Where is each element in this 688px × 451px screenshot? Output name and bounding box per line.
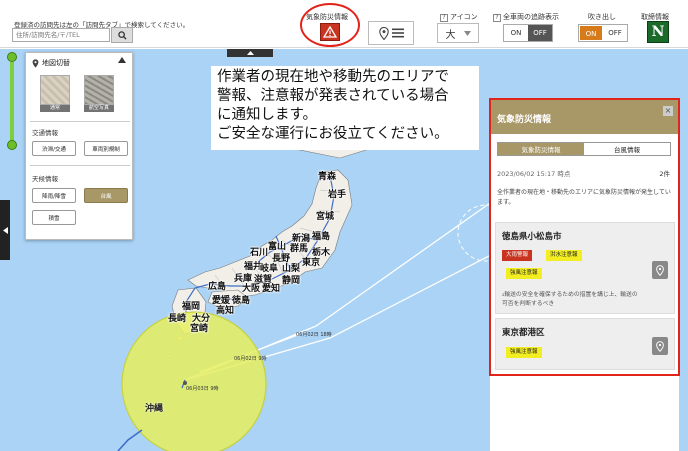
- help-icon[interactable]: ?: [440, 14, 448, 22]
- advisory-badge: 洪水注意報: [546, 250, 582, 261]
- side-panel-toggle[interactable]: [0, 200, 10, 260]
- area-name: 東京都港区: [502, 328, 545, 338]
- weather-section-heading: 天候情報: [32, 175, 58, 183]
- snow-depth-button[interactable]: 積雪: [32, 210, 76, 225]
- map-type-aerial[interactable]: [84, 75, 114, 105]
- updated-timestamp: 2023/06/02 15:17 時点: [497, 170, 571, 178]
- icon-size-label: ? アイコン: [440, 12, 478, 22]
- area-card[interactable]: 徳島県小松島市 大雨警報 洪水注意報 強風注意報 ₂輸送の安全を確保するための措…: [495, 222, 675, 314]
- divider: [30, 165, 130, 166]
- balloon-label: 吹き出し: [588, 13, 616, 21]
- notice-line: に通知します。: [217, 107, 318, 123]
- zoom-track[interactable]: [10, 62, 14, 142]
- map-type-standard[interactable]: [40, 75, 70, 105]
- map-label: 静岡: [282, 276, 301, 286]
- balloon-off-option[interactable]: OFF: [603, 25, 627, 41]
- track-toggle[interactable]: ON OFF: [503, 24, 553, 42]
- divider: [30, 121, 130, 122]
- notice-box: 作業者の現在地や移動先のエリアで 警報、注意報が発表されている場合 に通知します…: [211, 66, 479, 150]
- search-input[interactable]: [12, 28, 110, 42]
- weather-panel: 気象防災情報 × 気象防災情報 台風情報 2023/06/02 15:17 時点…: [489, 98, 680, 376]
- top-toolbar: 登録済の訪問先は左の「訪問先タブ」で検索してください。 気象防災情報 ?アイコン…: [0, 0, 688, 48]
- map-label: 青森: [318, 172, 337, 182]
- track-on-option[interactable]: ON: [504, 25, 528, 41]
- vehicle-regulation-button[interactable]: 車両別規制: [84, 141, 128, 156]
- tab-typhoon-info[interactable]: 台風情報: [584, 143, 670, 155]
- typhoon-button[interactable]: 台風: [84, 188, 128, 203]
- zoom-in-handle[interactable]: [7, 52, 17, 62]
- map-label: 愛知: [262, 284, 281, 294]
- map-layer-panel: 地図切替 通常 航空写真 交通情報 渋滞/交通 車両別規制 天候情報 降雨/降雪…: [25, 52, 133, 240]
- area-card[interactable]: 東京都港区 強風注意報: [495, 318, 675, 370]
- traffic-enforcement-button[interactable]: N: [647, 21, 669, 43]
- map-pin-icon: [378, 26, 389, 40]
- notice-line: 警報、注意報が発表されている場合: [217, 88, 449, 104]
- top-panel-toggle[interactable]: [227, 49, 273, 57]
- track-off-option[interactable]: OFF: [528, 25, 552, 41]
- notice-line: 作業者の現在地や移動先のエリアで: [217, 69, 449, 85]
- traffic-section-heading: 交通情報: [32, 129, 58, 137]
- weather-description: 全作業者の現在地・移動先のエリアに気象防災情報が発生しています。: [497, 189, 671, 206]
- map-label: 宮城: [316, 212, 335, 222]
- balloon-toggle[interactable]: ON OFF: [578, 24, 628, 42]
- map-label-okinawa: 沖縄: [145, 404, 164, 414]
- map-pin-icon: [656, 340, 664, 352]
- map-pin-icon: [32, 58, 39, 68]
- notice-line: ご安全な運行にお役立てください。: [217, 126, 449, 142]
- map-type-standard-label: 通常: [40, 105, 70, 112]
- locate-button[interactable]: [652, 261, 668, 279]
- alert-count: 2件: [659, 170, 670, 178]
- advisory-badge: 強風注意報: [506, 347, 542, 358]
- chevron-up-icon: [246, 51, 254, 55]
- pin-list-button[interactable]: [368, 21, 414, 45]
- map-type-aerial-label: 航空写真: [84, 105, 114, 112]
- map-label: 長崎: [168, 314, 187, 324]
- area-note: ₂輸送の安全を確保するための措置を講じ上、輸送の可否を判断するべき: [502, 292, 638, 307]
- search-button[interactable]: [111, 27, 133, 43]
- map-label: 群馬: [290, 244, 309, 254]
- area-name: 徳島県小松島市: [502, 232, 562, 242]
- map-label: 石川: [250, 248, 269, 258]
- map-label: 岩手: [328, 190, 347, 200]
- track-label: ? 全車両の追跡表示: [493, 12, 559, 22]
- map-label: 宮崎: [190, 324, 209, 334]
- typhoon-time-label: 06月02日 18時: [296, 332, 332, 338]
- search-icon: [117, 30, 127, 40]
- map-label: 広島: [208, 282, 227, 292]
- advisory-badge: 強風注意報: [506, 268, 542, 279]
- map-pin-icon: [656, 264, 664, 276]
- caret-down-icon: [463, 30, 471, 36]
- map-label: 福島: [312, 232, 331, 242]
- zoom-slider[interactable]: [7, 52, 17, 152]
- typhoon-time-label: 06月03日 9時: [186, 386, 219, 392]
- rain-snow-button[interactable]: 降雨/降雪: [32, 188, 76, 203]
- warning-badge: 大雨警報: [502, 250, 533, 261]
- app: 登録済の訪問先は左の「訪問先タブ」で検索してください。 気象防災情報 ?アイコン…: [0, 0, 688, 451]
- typhoon-time-label: 06月02日 9時: [234, 356, 267, 362]
- chevron-left-icon: [2, 226, 8, 234]
- map-label: 徳島: [232, 296, 251, 306]
- locate-button[interactable]: [652, 337, 668, 355]
- balloon-on-option[interactable]: ON: [579, 25, 603, 41]
- close-icon[interactable]: ×: [663, 106, 673, 116]
- list-icon: [391, 28, 404, 38]
- map-switch-heading: 地図切替: [32, 58, 70, 68]
- highlight-circle: [300, 3, 360, 47]
- help-icon[interactable]: ?: [493, 14, 501, 22]
- tab-weather-info[interactable]: 気象防災情報: [498, 143, 584, 155]
- zoom-out-handle[interactable]: [7, 140, 17, 150]
- weather-panel-extension: [489, 376, 680, 451]
- congestion-button[interactable]: 渋滞/交通: [32, 141, 76, 156]
- weather-panel-title: 気象防災情報: [491, 100, 678, 134]
- weather-tabs: 気象防災情報 台風情報: [497, 142, 671, 156]
- map-label: 高知: [216, 306, 235, 316]
- collapse-icon[interactable]: [118, 57, 126, 65]
- icon-size-select[interactable]: 大: [437, 23, 479, 43]
- icon-size-value: 大: [445, 29, 456, 41]
- map-label: 東京: [302, 258, 321, 268]
